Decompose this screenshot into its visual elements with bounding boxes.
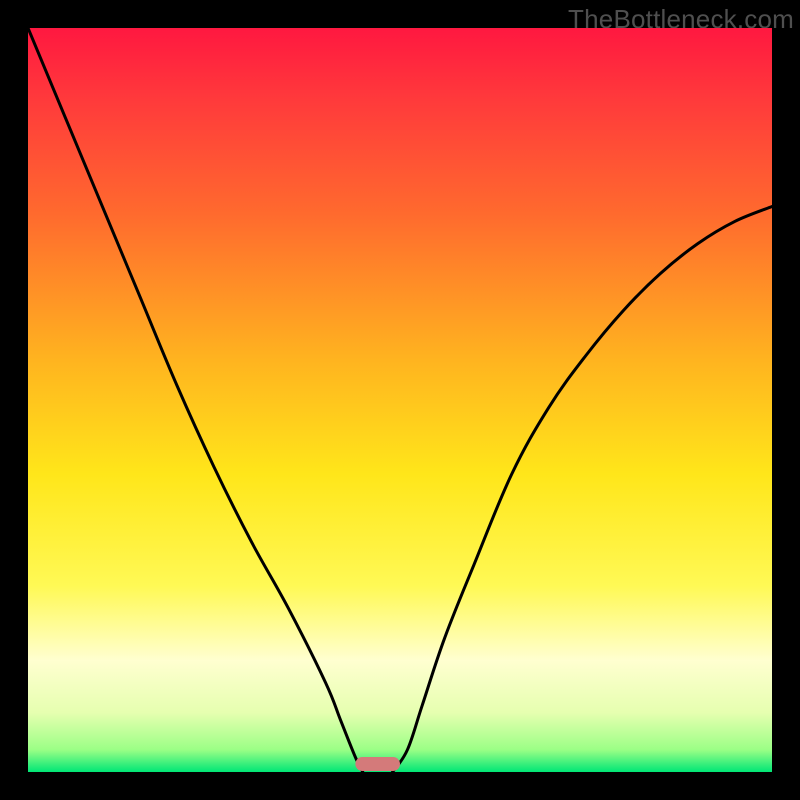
plot-area	[28, 28, 772, 772]
gradient-background	[28, 28, 772, 772]
chart-frame: TheBottleneck.com	[0, 0, 800, 800]
bottleneck-marker	[355, 757, 400, 771]
chart-svg	[28, 28, 772, 772]
